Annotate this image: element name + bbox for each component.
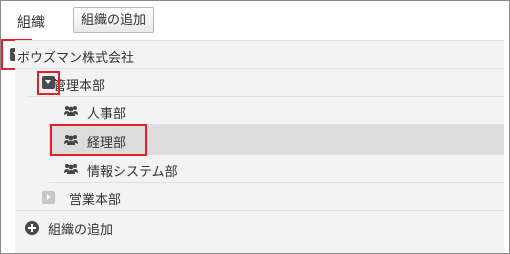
tree-row-label: 営業本部: [69, 193, 122, 208]
tree-row-root[interactable]: ボウズマン株式会社: [15, 41, 504, 69]
tree-row-sales[interactable]: 営業本部: [27, 183, 504, 211]
add-organization-row[interactable]: 組織の追加: [15, 210, 504, 244]
tree-row-label: 管理本部: [53, 79, 106, 94]
tree-row-hr[interactable]: 人事部: [49, 97, 504, 125]
users-icon: [64, 164, 78, 174]
management-collapse-toggle-icon[interactable]: [42, 76, 55, 89]
tree-row-it[interactable]: 情報システム部: [49, 155, 504, 183]
add-organization-button[interactable]: 組織の追加: [73, 7, 155, 33]
tree-row-management[interactable]: 管理本部: [27, 69, 504, 97]
tree-row-label: 人事部: [87, 107, 127, 122]
header: 組織 組織の追加: [1, 1, 509, 39]
add-organization-label: 組織の追加: [48, 223, 114, 238]
organization-panel: 組織 組織の追加 ボウズマン株式会社 管理本部 人事部 経理部 情報システム部 …: [0, 0, 510, 254]
tree-row-label: 情報システム部: [87, 165, 178, 180]
expand-toggle-icon[interactable]: [42, 191, 55, 204]
plus-circle-icon: [25, 221, 39, 235]
page-title: 組織: [17, 15, 45, 31]
users-icon: [64, 106, 78, 116]
tree-row-label: ボウズマン株式会社: [17, 51, 135, 66]
accounting-highlight: [50, 124, 147, 156]
